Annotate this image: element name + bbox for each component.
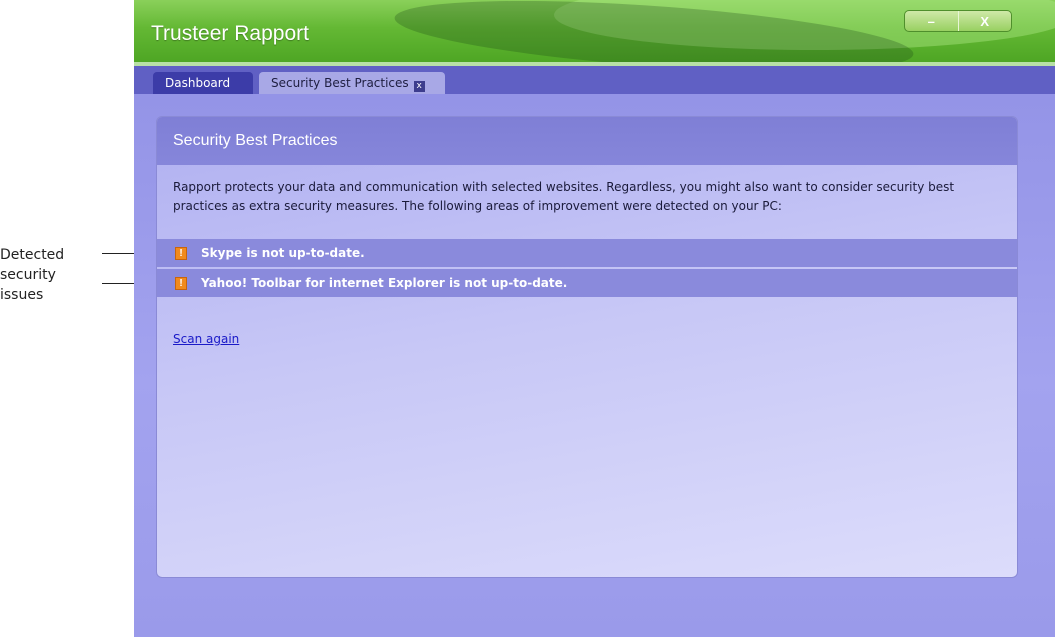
tab-security-label: Security Best Practices (271, 76, 409, 90)
window-controls: – X (904, 10, 1012, 32)
security-best-practices-panel: Security Best Practices Rapport protects… (156, 116, 1018, 578)
title-bar[interactable]: Trusteer Rapport – X (134, 0, 1055, 85)
tab-dashboard-label: Dashboard (165, 76, 231, 90)
tab-strip: Dashboard Security Best Practices x (134, 66, 1055, 94)
tab-dashboard[interactable]: Dashboard (153, 72, 253, 94)
scan-again-link[interactable]: Scan again (173, 332, 239, 346)
annotation-line-1: Detected (0, 247, 65, 263)
warning-icon: ! (175, 246, 187, 260)
warning-icon: ! (175, 276, 187, 290)
issue-text: Yahoo! Toolbar for internet Explorer is … (201, 276, 568, 290)
tab-close-icon[interactable]: x (413, 81, 425, 92)
annotation-line-2: security (0, 267, 56, 283)
app-title: Trusteer Rapport (151, 22, 309, 45)
panel-title: Security Best Practices (157, 117, 1017, 165)
tab-security-best-practices[interactable]: Security Best Practices x (259, 72, 445, 94)
panel-description: Rapport protects your data and communica… (173, 180, 955, 213)
issue-row: ! Skype is not up-to-date. (157, 239, 1017, 267)
minimize-button[interactable]: – (905, 11, 958, 31)
close-button[interactable]: X (957, 11, 1012, 31)
annotation-label: Detected security issues (0, 245, 100, 305)
annotation-line-3: issues (0, 287, 44, 303)
app-window: Trusteer Rapport – X Dashboard Security … (134, 0, 1055, 637)
issue-row: ! Yahoo! Toolbar for internet Explorer i… (157, 269, 1017, 297)
issue-text: Skype is not up-to-date. (201, 246, 365, 260)
